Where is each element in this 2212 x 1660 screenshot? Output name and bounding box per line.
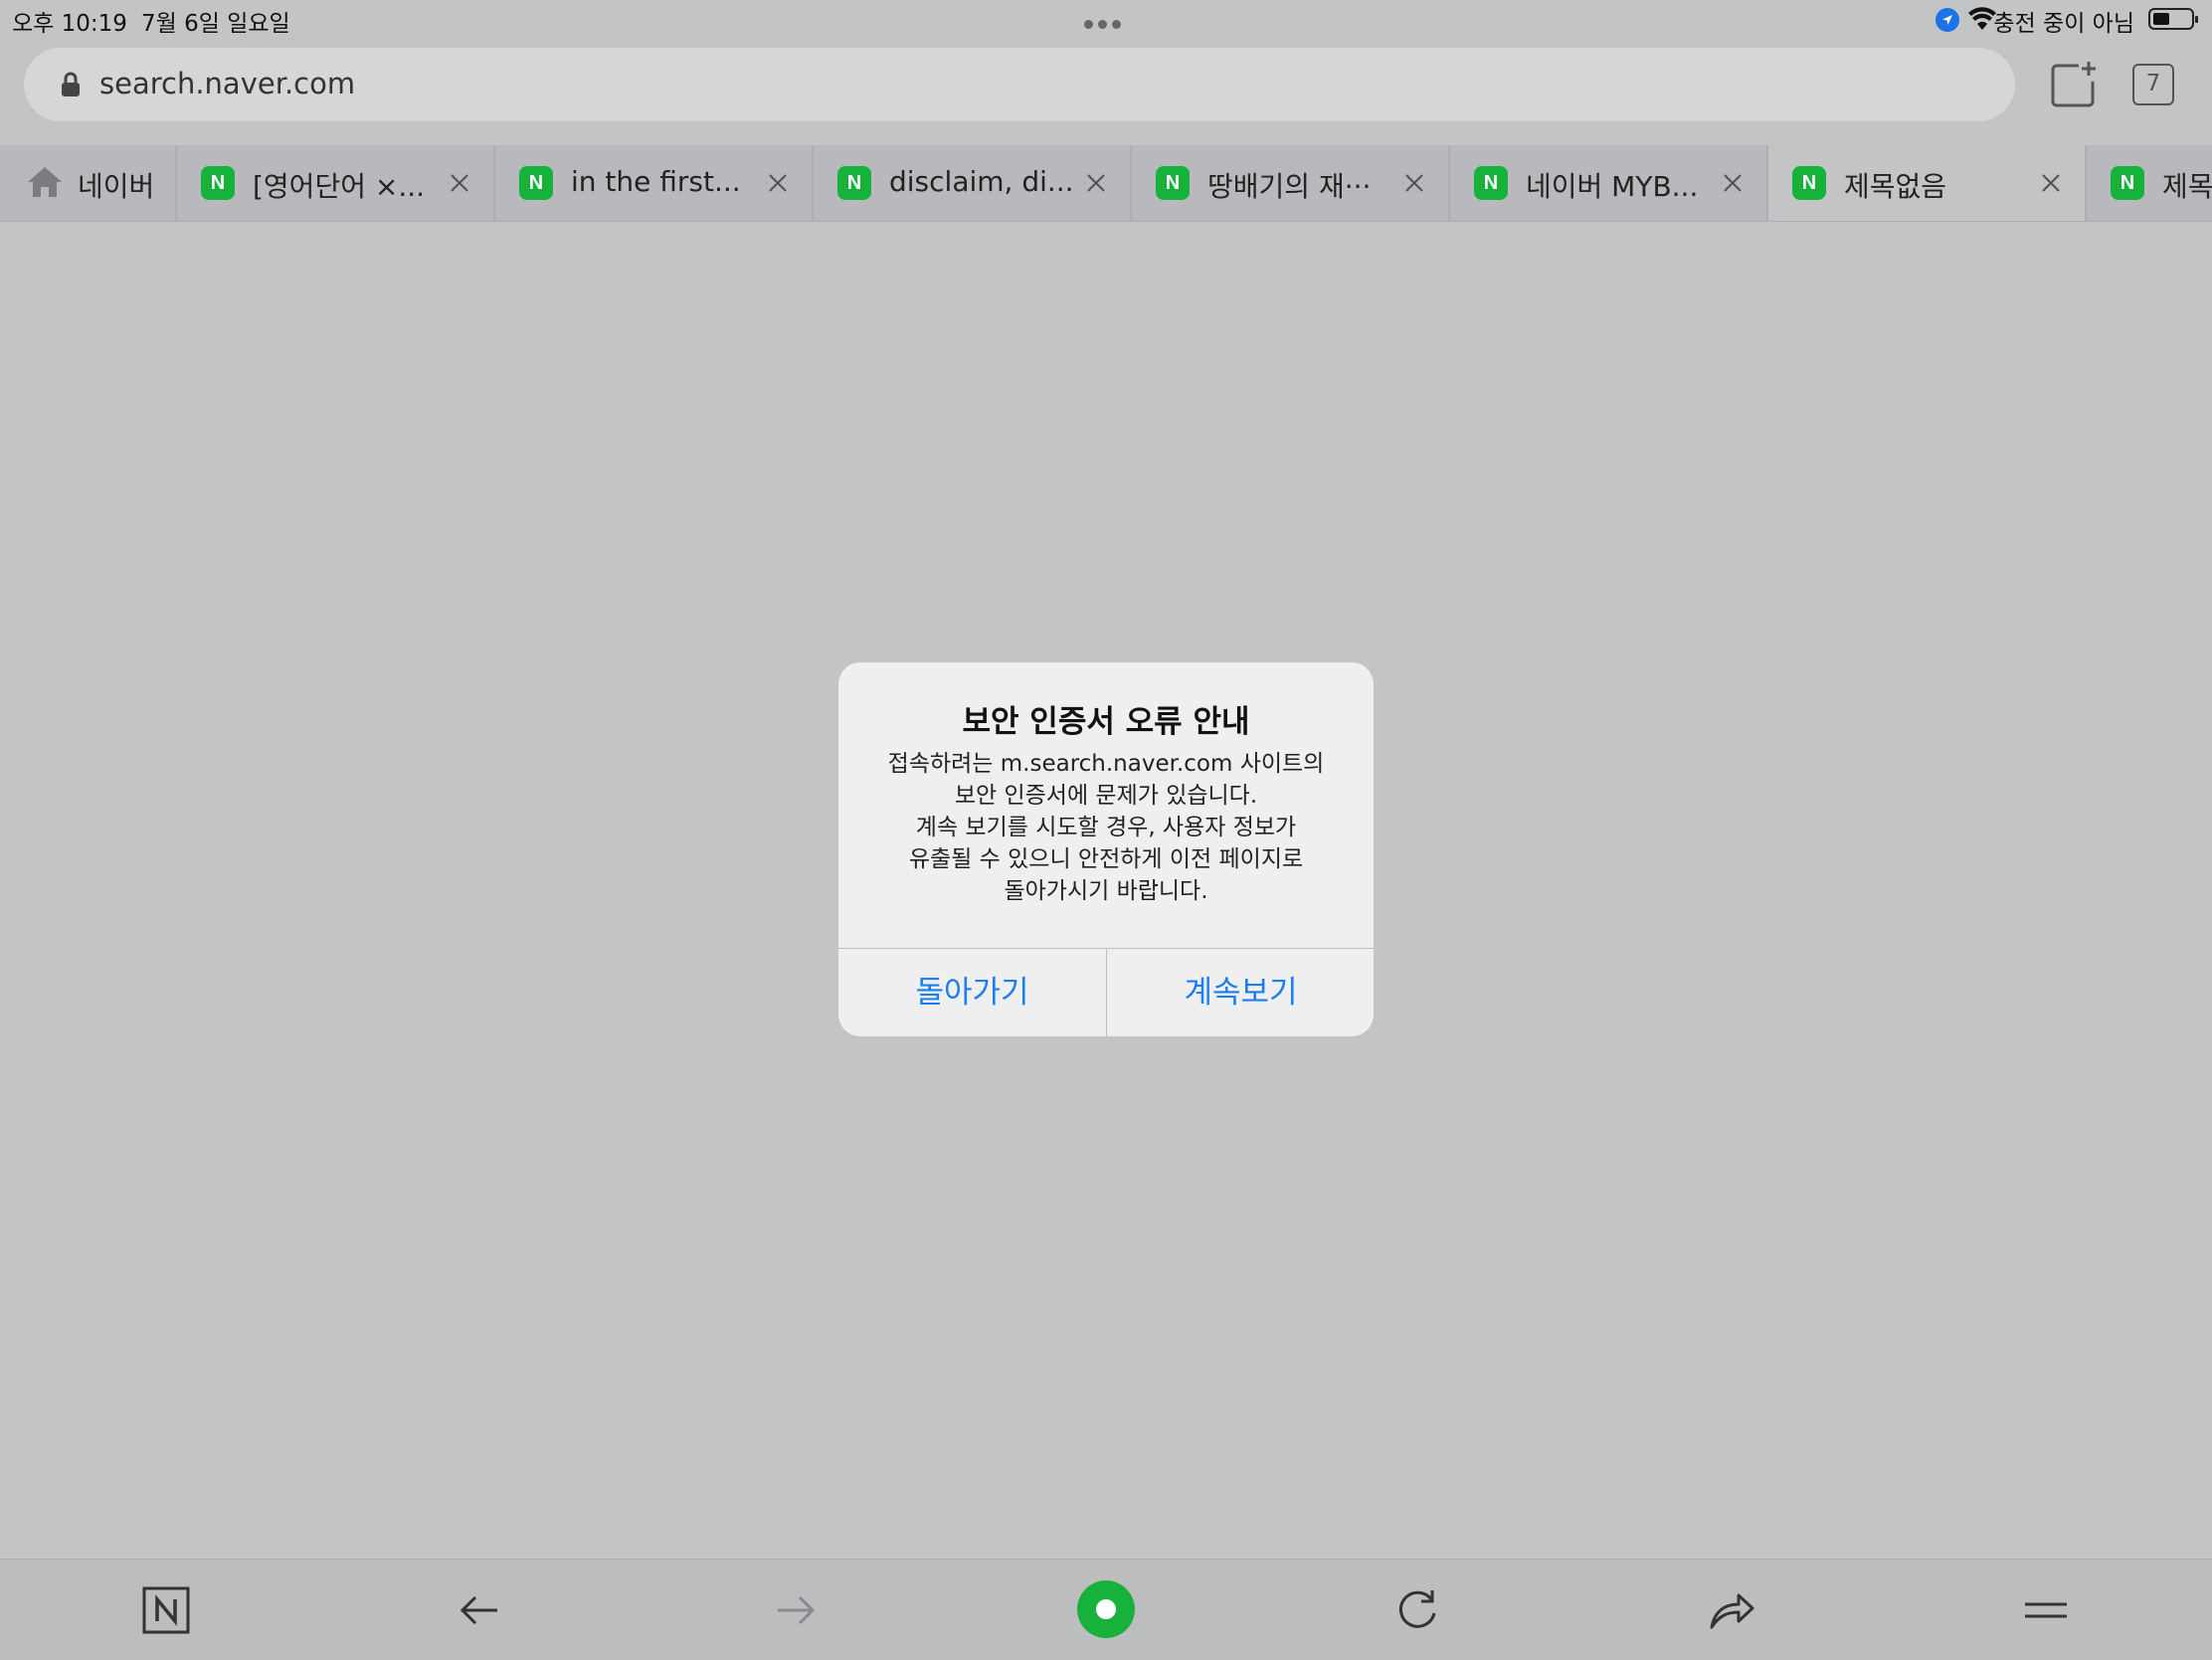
naver-n-icon: N — [2111, 166, 2144, 200]
tab-label: disclaim, di... — [889, 165, 1074, 198]
dialog-message-line: 접속하려는 m.search.naver.com 사이트의 — [887, 751, 1325, 777]
url-text: search.naver.com — [99, 67, 356, 100]
dialog-message-line: 유출될 수 있으니 안전하게 이전 페이지로 — [908, 846, 1304, 872]
tab-label: 네이버 MYB... — [1526, 170, 1699, 203]
close-icon[interactable] — [1084, 171, 1108, 195]
security-certificate-alert: 보안 인증서 오류 안내 접속하려는 m.search.naver.com 사이… — [838, 662, 1374, 1036]
tab[interactable]: N disclaim, di... — [814, 145, 1132, 221]
close-icon[interactable] — [1402, 171, 1426, 195]
tab-label: 제목 — [2162, 170, 2212, 203]
naver-home-icon[interactable] — [141, 1585, 191, 1635]
tab-label: 땅배기의 재··· — [1207, 170, 1372, 203]
green-dot-icon[interactable] — [1076, 1579, 1136, 1639]
reload-icon[interactable] — [1392, 1585, 1442, 1635]
home-icon — [28, 167, 62, 197]
status-time: 오후 10:19 — [12, 11, 127, 37]
tab-label: [영어단어 ×... — [253, 170, 426, 203]
naver-n-icon: N — [1156, 166, 1190, 200]
close-icon[interactable] — [2039, 171, 2063, 195]
charging-status: 충전 중이 아님 — [1993, 11, 2134, 37]
bottom-toolbar — [0, 1559, 2212, 1660]
dialog-message-line: 돌아가시기 바랍니다. — [1004, 878, 1208, 904]
close-icon[interactable] — [766, 171, 790, 195]
tab-active[interactable]: N 제목없음 — [1768, 145, 2087, 221]
tab-label: 제목없음 — [1844, 170, 1947, 203]
tab[interactable]: N 제목 — [2087, 145, 2212, 221]
dialog-message-line: 보안 인증서에 문제가 있습니다. — [954, 783, 1258, 809]
naver-n-icon: N — [1792, 166, 1826, 200]
tab-label: in the first... — [571, 165, 741, 198]
tab-label: 네이버 — [78, 170, 155, 203]
status-bar: 오후 10:19 7월 6일 일요일 충전 중이 아님 — [0, 0, 2212, 40]
lock-icon — [62, 72, 80, 96]
naver-n-icon: N — [519, 166, 553, 200]
dialog-message-line: 계속 보기를 시도할 경우, 사용자 정보가 — [915, 815, 1297, 840]
location-icon — [1936, 8, 1959, 32]
new-tab-button[interactable] — [2049, 60, 2099, 109]
address-bar[interactable]: search.naver.com — [24, 48, 2015, 121]
tab-strip: 네이버 N [영어단어 ×... N in the first... N dis… — [0, 145, 2212, 222]
go-back-button[interactable]: 돌아가기 — [838, 949, 1106, 1036]
continue-button[interactable]: 계속보기 — [1107, 949, 1374, 1036]
close-icon[interactable] — [448, 171, 471, 195]
tab-home[interactable]: 네이버 — [0, 145, 177, 221]
battery-icon — [2148, 8, 2198, 30]
share-icon[interactable] — [1707, 1585, 1756, 1635]
naver-n-icon: N — [201, 166, 235, 200]
tab[interactable]: N in the first... — [495, 145, 814, 221]
dialog-title: 보안 인증서 오류 안내 — [962, 704, 1250, 740]
tab[interactable]: N 땅배기의 재··· — [1132, 145, 1450, 221]
menu-icon[interactable] — [2021, 1585, 2071, 1635]
tab-count-button[interactable]: 7 — [2132, 64, 2174, 105]
naver-n-icon: N — [1474, 166, 1508, 200]
forward-arrow-icon[interactable] — [770, 1585, 820, 1635]
tab[interactable]: N 네이버 MYB... — [1450, 145, 1768, 221]
multitasking-dots-icon[interactable] — [1084, 14, 1128, 29]
naver-n-icon: N — [837, 166, 871, 200]
status-date: 7월 6일 일요일 — [141, 11, 290, 37]
back-arrow-icon[interactable] — [456, 1585, 505, 1635]
close-icon[interactable] — [1721, 171, 1745, 195]
dialog-message: 접속하려는 m.search.naver.com 사이트의 보안 인증서에 문제… — [858, 748, 1354, 907]
tab[interactable]: N [영어단어 ×... — [177, 145, 495, 221]
